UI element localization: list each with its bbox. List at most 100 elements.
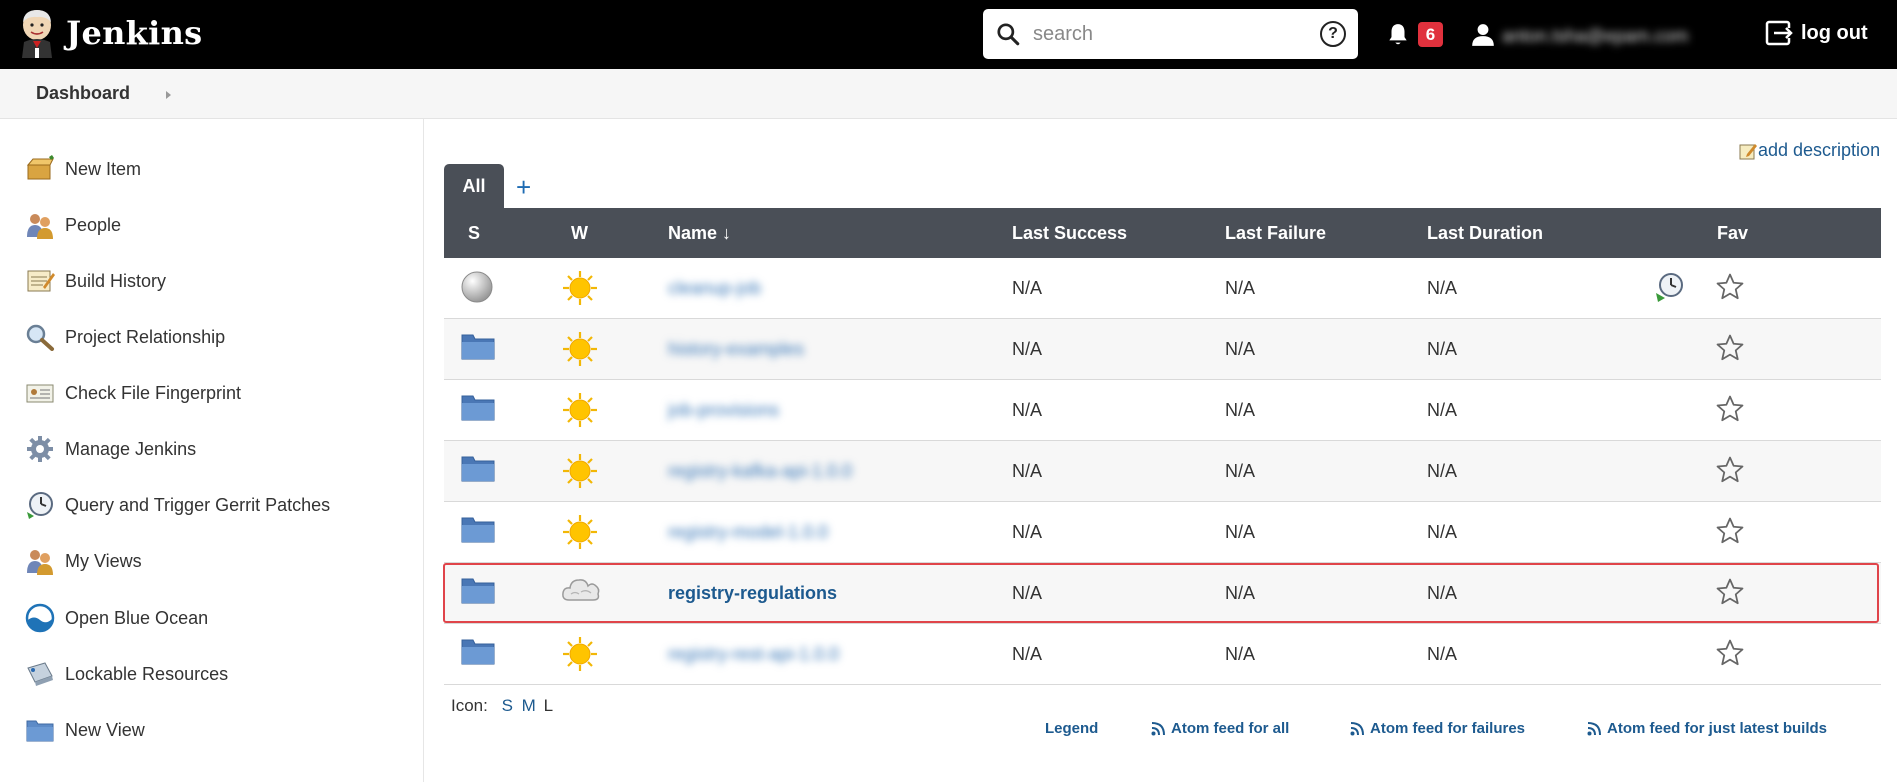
sun-icon — [561, 391, 599, 434]
sidebar-item-lockable-resources[interactable]: Lockable Resources — [24, 658, 228, 690]
atom-feed-failures-link[interactable]: Atom feed for failures — [1350, 720, 1525, 737]
folder-icon — [460, 636, 496, 671]
last-duration-value: N/A — [1427, 644, 1458, 664]
folder-icon — [24, 714, 56, 746]
people-icon — [24, 209, 56, 241]
column-weather[interactable]: W — [571, 223, 588, 244]
icon-size-m[interactable]: M — [522, 696, 536, 715]
table-row: job-provisions N/A N/A N/A — [444, 380, 1881, 441]
icon-size-s[interactable]: S — [502, 696, 513, 715]
rss-icon — [1350, 721, 1364, 735]
cloud-icon — [561, 574, 601, 609]
help-icon[interactable]: ? — [1320, 21, 1346, 47]
last-success-value: N/A — [1012, 644, 1043, 664]
last-failure-value: N/A — [1225, 461, 1256, 481]
last-success-value: N/A — [1012, 278, 1043, 298]
folder-icon — [460, 453, 496, 488]
favorite-star-icon[interactable] — [1715, 272, 1745, 307]
icon-size-selector: Icon: S M L — [451, 696, 554, 715]
legend-link[interactable]: Legend — [1045, 720, 1098, 737]
jenkins-home-link[interactable]: Jenkins — [18, 8, 202, 58]
column-name[interactable]: Name ↓ — [668, 223, 731, 244]
job-name-link[interactable]: cleanup-job — [668, 278, 761, 299]
favorite-star-icon[interactable] — [1715, 333, 1745, 368]
last-duration-value: N/A — [1427, 583, 1458, 603]
atom-feed-all-link[interactable]: Atom feed for all — [1151, 720, 1289, 737]
job-name-link[interactable]: registry-model-1.0.0 — [668, 522, 828, 543]
job-name-link[interactable]: registry-regulations — [668, 583, 837, 604]
search-icon — [997, 23, 1020, 46]
job-name-link[interactable]: registry-kafka-api-1.0.0 — [668, 461, 852, 482]
sidebar-item-new-item[interactable]: New Item — [24, 153, 141, 185]
folder-icon — [460, 331, 496, 366]
edit-note-icon — [1739, 143, 1757, 159]
logout-icon — [1765, 20, 1793, 46]
sidebar-item-people[interactable]: People — [24, 209, 121, 241]
last-failure-value: N/A — [1225, 522, 1256, 542]
favorite-star-icon[interactable] — [1715, 577, 1745, 612]
table-row: cleanup-job N/A N/A N/A — [444, 258, 1881, 319]
sun-icon — [561, 330, 599, 373]
sidebar-item-my-views[interactable]: My Views — [24, 545, 142, 577]
table-row: registry-kafka-api-1.0.0 N/A N/A N/A — [444, 441, 1881, 502]
sidebar-item-query-trigger-gerrit[interactable]: Query and Trigger Gerrit Patches — [24, 489, 330, 521]
bell-icon[interactable] — [1385, 22, 1411, 48]
folder-icon — [460, 575, 496, 610]
last-success-value: N/A — [1012, 583, 1043, 603]
sidebar-item-new-view[interactable]: New View — [24, 714, 145, 746]
folder-icon — [460, 392, 496, 427]
breadcrumb-dashboard[interactable]: Dashboard — [36, 83, 130, 104]
sidebar-item-check-file-fingerprint[interactable]: Check File Fingerprint — [24, 377, 241, 409]
search-input[interactable] — [1033, 22, 1320, 46]
favorite-star-icon[interactable] — [1715, 638, 1745, 673]
last-failure-value: N/A — [1225, 400, 1256, 420]
sidebar-item-project-relationship[interactable]: Project Relationship — [24, 321, 225, 353]
add-description-link[interactable]: add description — [1738, 140, 1880, 161]
notification-badge[interactable]: 6 — [1418, 22, 1443, 47]
job-name-link[interactable]: history-examples — [668, 339, 804, 360]
table-header: S W Name ↓ Last Success Last Failure Las… — [444, 208, 1881, 258]
column-last-duration[interactable]: Last Duration — [1427, 223, 1543, 244]
user-name-link[interactable]: anton.tsha@epam.com — [1502, 26, 1688, 47]
tab-all[interactable]: All — [444, 164, 504, 209]
last-success-value: N/A — [1012, 522, 1043, 542]
column-fav[interactable]: Fav — [1717, 223, 1748, 244]
gear-icon — [24, 433, 56, 465]
last-success-value: N/A — [1012, 339, 1043, 359]
sun-icon — [561, 269, 599, 312]
last-failure-value: N/A — [1225, 583, 1256, 603]
add-view-tab[interactable]: + — [516, 172, 531, 203]
last-duration-value: N/A — [1427, 400, 1458, 420]
column-status[interactable]: S — [468, 223, 480, 244]
schedule-build-icon[interactable] — [1654, 271, 1686, 308]
sidebar-item-manage-jenkins[interactable]: Manage Jenkins — [24, 433, 196, 465]
grey-ball-icon — [460, 270, 494, 309]
notepad-icon — [24, 265, 56, 297]
rss-icon — [1151, 721, 1165, 735]
search-box: ? — [983, 9, 1358, 59]
breadcrumb: Dashboard — [0, 69, 1897, 119]
rss-icon — [1587, 721, 1601, 735]
user-icon[interactable] — [1470, 22, 1496, 48]
last-success-value: N/A — [1012, 461, 1043, 481]
sidebar-item-open-blue-ocean[interactable]: Open Blue Ocean — [24, 602, 208, 634]
favorite-star-icon[interactable] — [1715, 516, 1745, 551]
job-name-link[interactable]: registry-rest-api-1.0.0 — [668, 644, 839, 665]
last-duration-value: N/A — [1427, 339, 1458, 359]
people-icon — [24, 545, 56, 577]
top-bar: Jenkins ? 6 anton.tsha@epam.com log out — [0, 0, 1897, 69]
logout-button[interactable]: log out — [1765, 20, 1868, 46]
column-last-failure[interactable]: Last Failure — [1225, 223, 1326, 244]
folder-icon — [460, 514, 496, 549]
icon-size-l: L — [543, 696, 554, 715]
blue-ocean-icon — [24, 602, 56, 634]
job-name-link[interactable]: job-provisions — [668, 400, 779, 421]
atom-feed-latest-link[interactable]: Atom feed for just latest builds — [1587, 720, 1827, 737]
favorite-star-icon[interactable] — [1715, 394, 1745, 429]
breadcrumb-chevron-icon[interactable] — [166, 91, 171, 99]
column-last-success[interactable]: Last Success — [1012, 223, 1127, 244]
last-failure-value: N/A — [1225, 278, 1256, 298]
favorite-star-icon[interactable] — [1715, 455, 1745, 490]
sidebar-item-build-history[interactable]: Build History — [24, 265, 166, 297]
sun-icon — [561, 635, 599, 678]
